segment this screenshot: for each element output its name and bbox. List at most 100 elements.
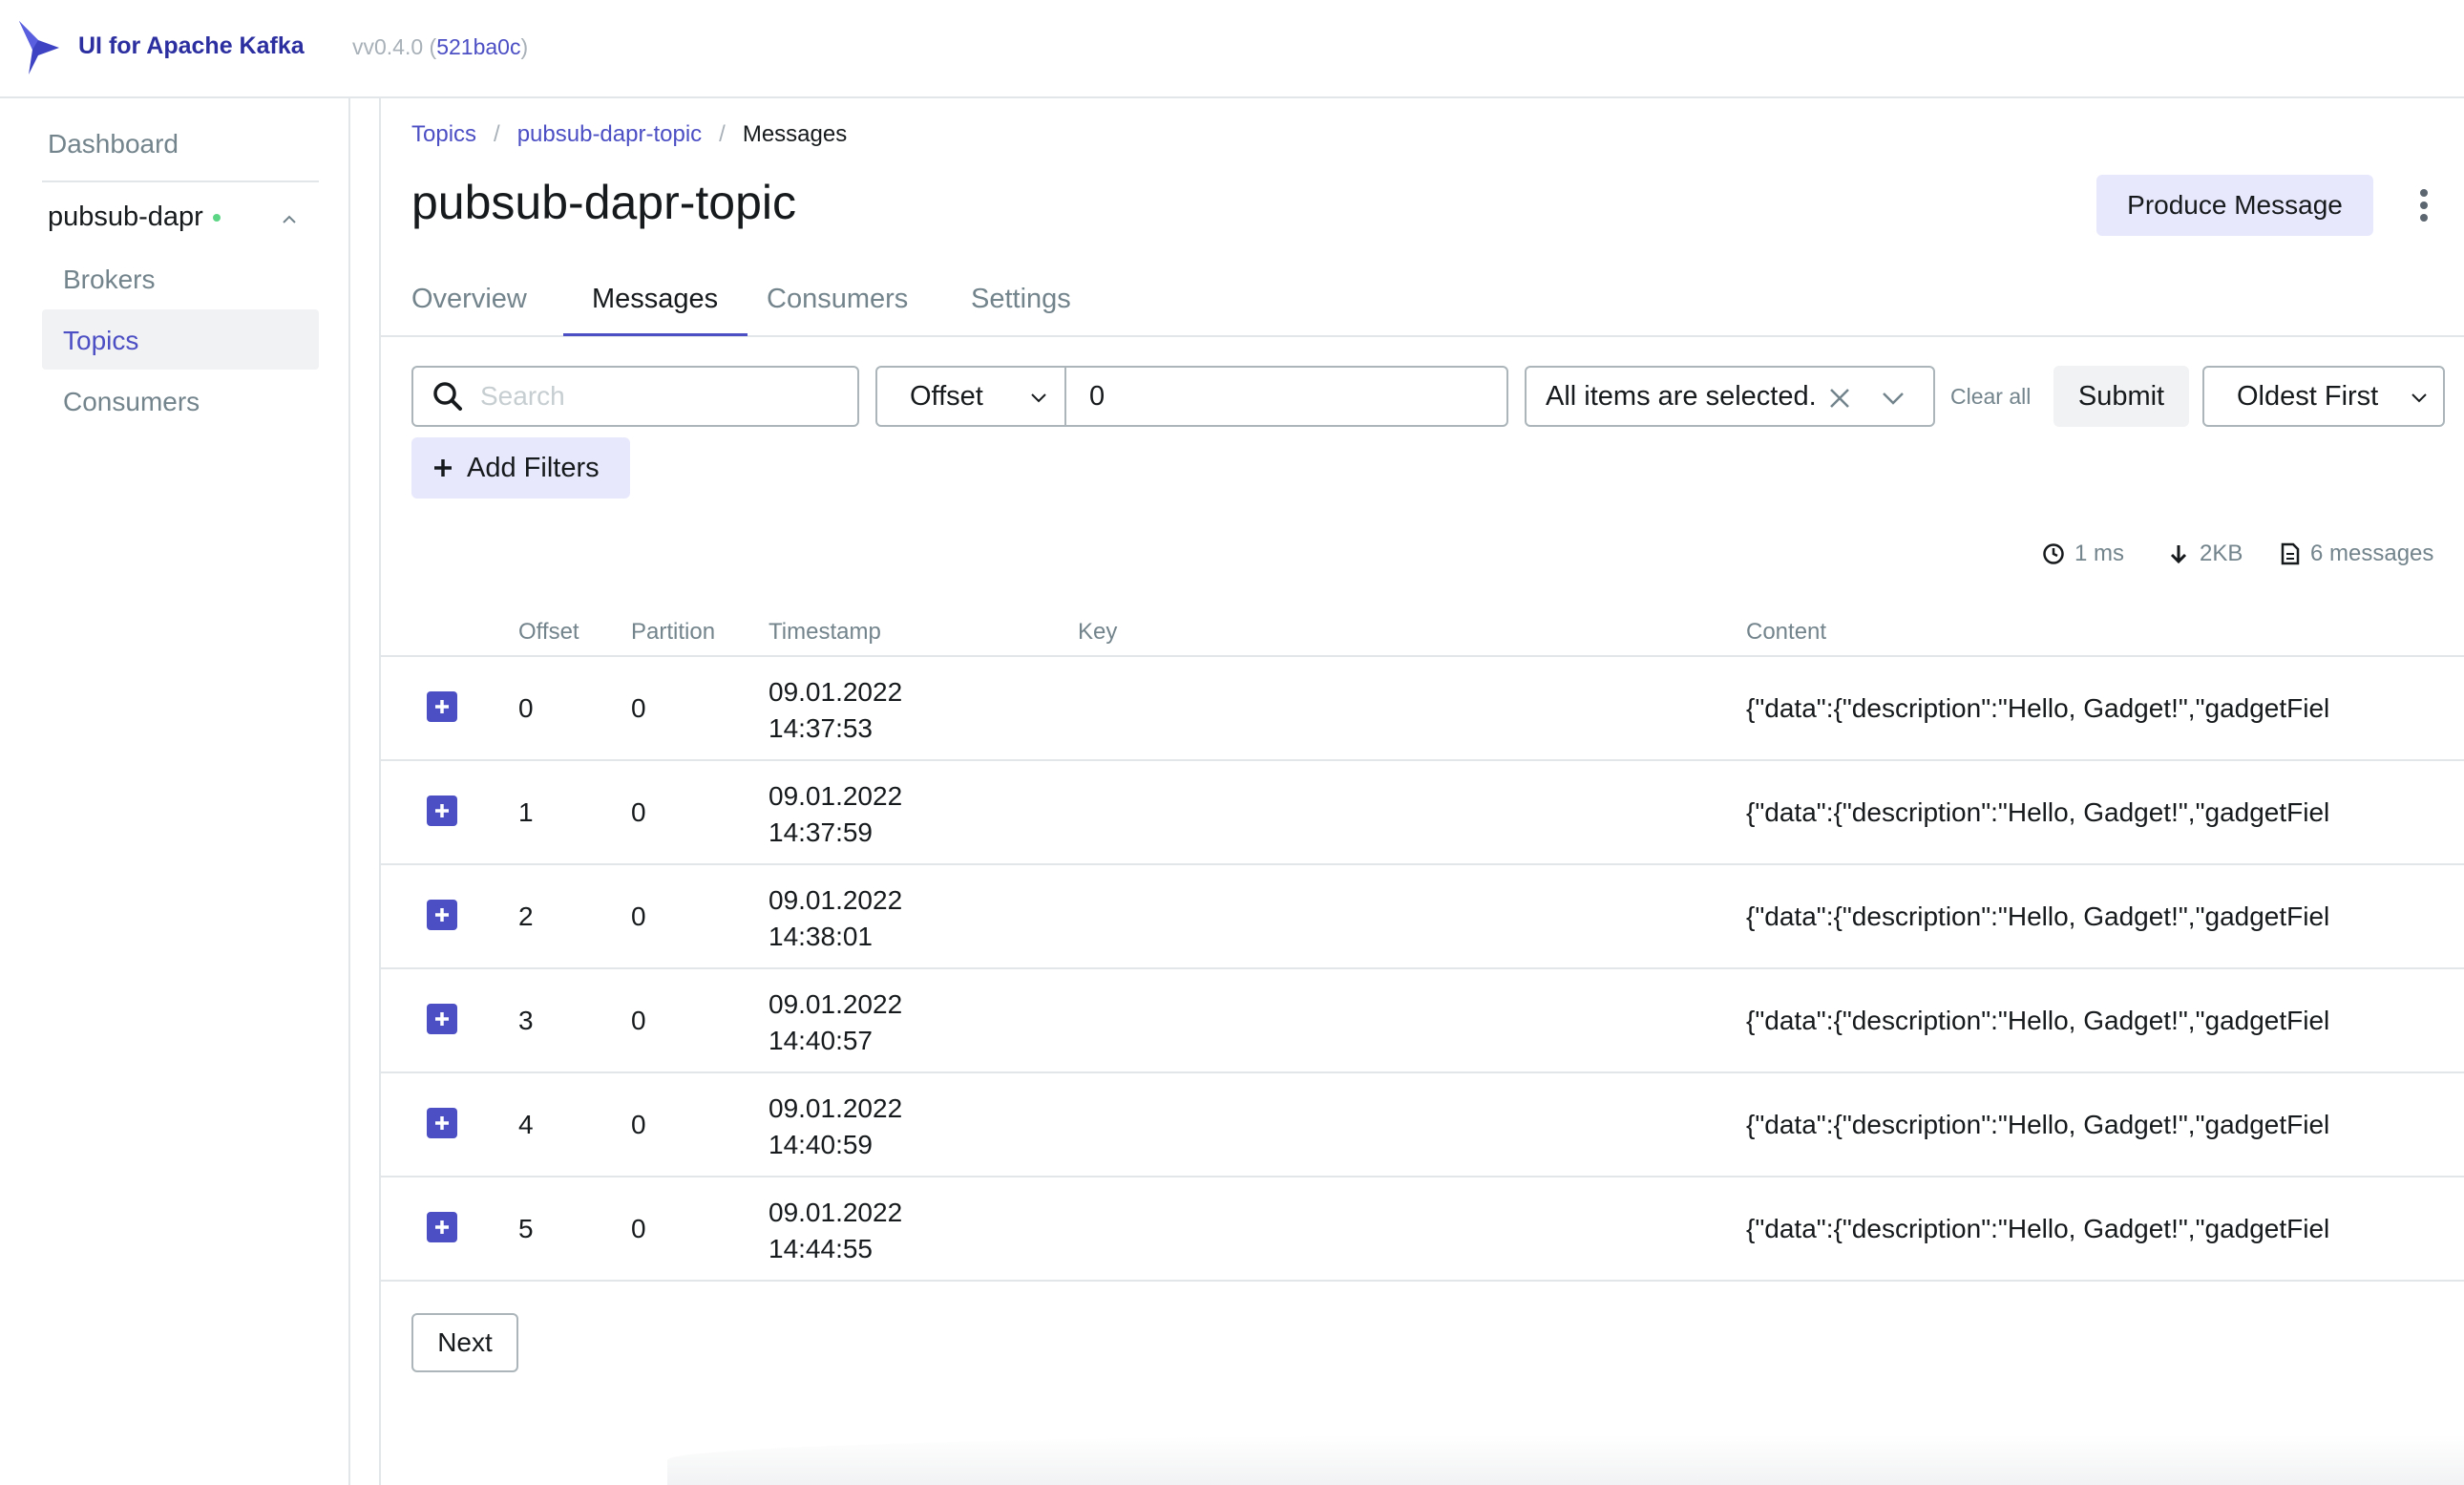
offset-cell: 4 — [518, 1110, 534, 1139]
breadcrumb-current: Messages — [742, 121, 848, 147]
table-row[interactable]: 1 0 09.01.2022 14:37:59 {"data":{"descrip… — [381, 761, 2464, 865]
clear-selection-icon[interactable] — [1828, 387, 1851, 410]
plus-icon — [435, 1116, 449, 1130]
plus-icon — [435, 1012, 449, 1026]
chevron-down-icon — [1031, 393, 1046, 403]
document-icon — [2281, 542, 2300, 565]
content-cell: {"data":{"description":"Hello, Gadget!",… — [1746, 1006, 2330, 1035]
elapsed-stat: 1 ms — [2042, 541, 2124, 567]
column-header-offset[interactable]: Offset — [518, 619, 579, 646]
timestamp-cell: 09.01.2022 14:40:59 — [769, 1093, 903, 1159]
sidebar-item-topics[interactable]: Topics — [63, 326, 138, 356]
partitions-value: All items are selected. — [1546, 380, 1817, 412]
timestamp-cell: 09.01.2022 14:40:57 — [769, 989, 903, 1055]
plus-icon — [435, 1220, 449, 1234]
column-header-content[interactable]: Content — [1746, 619, 1826, 646]
online-status-dot — [212, 213, 221, 222]
expand-row-button[interactable] — [427, 900, 457, 930]
topic-tabs: Overview Messages Consumers Settings — [381, 261, 2464, 337]
messages-stat: 6 messages — [2280, 541, 2433, 567]
offset-cell: 1 — [518, 797, 534, 827]
table-row[interactable]: 0 0 09.01.2022 14:37:53 {"data":{"descrip… — [381, 657, 2464, 761]
tab-overview[interactable]: Overview — [411, 284, 527, 315]
chevron-down-icon — [1883, 392, 1904, 405]
partition-cell: 0 — [631, 1110, 646, 1139]
brand-title[interactable]: UI for Apache Kafka — [78, 32, 305, 60]
column-header-key[interactable]: Key — [1078, 619, 1117, 646]
search-field[interactable] — [411, 366, 859, 427]
scroll-shadow — [667, 1435, 2464, 1485]
table-row[interactable]: 3 0 09.01.2022 14:40:57 {"data":{"descrip… — [381, 969, 2464, 1073]
clear-all-link[interactable]: Clear all — [1950, 384, 2031, 410]
search-icon — [433, 382, 462, 411]
submit-button[interactable]: Submit — [2053, 366, 2189, 427]
sidebar: Dashboard pubsub-dapr Brokers Topics Con… — [0, 98, 350, 1485]
kafka-ui-logo-icon[interactable] — [17, 19, 65, 76]
plus-icon — [435, 908, 449, 922]
breadcrumb-separator: / — [719, 121, 726, 147]
sidebar-item-dashboard[interactable]: Dashboard — [48, 129, 179, 159]
offset-cell: 3 — [518, 1006, 534, 1035]
timestamp-cell: 09.01.2022 14:44:55 — [769, 1198, 903, 1263]
chevron-down-icon — [2411, 393, 2427, 403]
produce-message-button[interactable]: Produce Message — [2096, 175, 2373, 236]
sidebar-divider — [42, 180, 319, 182]
plus-icon — [434, 459, 452, 477]
sort-order-value: Oldest First — [2237, 380, 2379, 412]
offset-cell: 0 — [518, 693, 534, 723]
search-input[interactable] — [480, 381, 843, 412]
tab-consumers[interactable]: Consumers — [767, 284, 908, 315]
offset-cell: 2 — [518, 902, 534, 931]
seek-type-select[interactable]: Offset — [875, 366, 1066, 427]
offset-cell: 5 — [518, 1214, 534, 1243]
timestamp-cell: 09.01.2022 14:37:53 — [769, 677, 903, 743]
partition-cell: 0 — [631, 1214, 646, 1243]
breadcrumb-topics[interactable]: Topics — [411, 121, 476, 148]
sidebar-cluster-toggle[interactable]: pubsub-dapr — [48, 202, 221, 233]
plus-icon — [435, 804, 449, 817]
partition-cell: 0 — [631, 1006, 646, 1035]
commit-link[interactable]: 521ba0c — [436, 34, 520, 59]
expand-row-button[interactable] — [427, 1212, 457, 1242]
expand-row-button[interactable] — [427, 796, 457, 826]
column-header-partition[interactable]: Partition — [631, 619, 715, 646]
timestamp-cell: 09.01.2022 14:37:59 — [769, 781, 903, 847]
partition-cell: 0 — [631, 693, 646, 723]
cluster-name: pubsub-dapr — [48, 202, 203, 232]
sidebar-item-consumers[interactable]: Consumers — [63, 387, 200, 417]
add-filters-label: Add Filters — [467, 452, 600, 483]
offset-value: 0 — [1089, 380, 1106, 412]
add-filters-button[interactable]: Add Filters — [411, 437, 630, 499]
table-row[interactable]: 5 0 09.01.2022 14:44:55 {"data":{"descrip… — [381, 1177, 2464, 1282]
table-row[interactable]: 2 0 09.01.2022 14:38:01 {"data":{"descrip… — [381, 865, 2464, 969]
top-bar: UI for Apache Kafka vv0.4.0 (521ba0c) — [0, 0, 2464, 98]
content-cell: {"data":{"description":"Hello, Gadget!",… — [1746, 693, 2330, 723]
breadcrumb: Topics / pubsub-dapr-topic / Messages — [411, 121, 847, 148]
sidebar-item-brokers[interactable]: Brokers — [63, 265, 155, 295]
expand-row-button[interactable] — [427, 1108, 457, 1138]
partitions-select[interactable]: All items are selected. — [1525, 366, 1935, 427]
arrow-down-icon — [2170, 545, 2187, 564]
content-cell: {"data":{"description":"Hello, Gadget!",… — [1746, 797, 2330, 827]
breadcrumb-topic[interactable]: pubsub-dapr-topic — [517, 121, 702, 148]
tab-settings[interactable]: Settings — [971, 284, 1071, 315]
table-row[interactable]: 4 0 09.01.2022 14:40:59 {"data":{"descrip… — [381, 1073, 2464, 1177]
plus-icon — [435, 700, 449, 713]
column-header-timestamp[interactable]: Timestamp — [769, 619, 881, 646]
content-cell: {"data":{"description":"Hello, Gadget!",… — [1746, 1110, 2330, 1139]
tab-messages[interactable]: Messages — [592, 284, 718, 315]
active-tab-indicator — [563, 333, 748, 336]
clock-icon — [2043, 543, 2064, 564]
version-label: vv0.4.0 (521ba0c) — [352, 34, 529, 59]
content-cell: {"data":{"description":"Hello, Gadget!",… — [1746, 1214, 2330, 1243]
partition-cell: 0 — [631, 797, 646, 827]
content-cell: {"data":{"description":"Hello, Gadget!",… — [1746, 902, 2330, 931]
more-options-icon[interactable] — [2417, 186, 2431, 224]
expand-row-button[interactable] — [427, 1004, 457, 1034]
chevron-up-icon[interactable] — [281, 211, 298, 228]
offset-input[interactable]: 0 — [1064, 366, 1508, 427]
sort-order-select[interactable]: Oldest First — [2202, 366, 2445, 427]
next-page-button[interactable]: Next — [411, 1313, 518, 1372]
expand-row-button[interactable] — [427, 691, 457, 722]
seek-type-value: Offset — [910, 380, 983, 412]
